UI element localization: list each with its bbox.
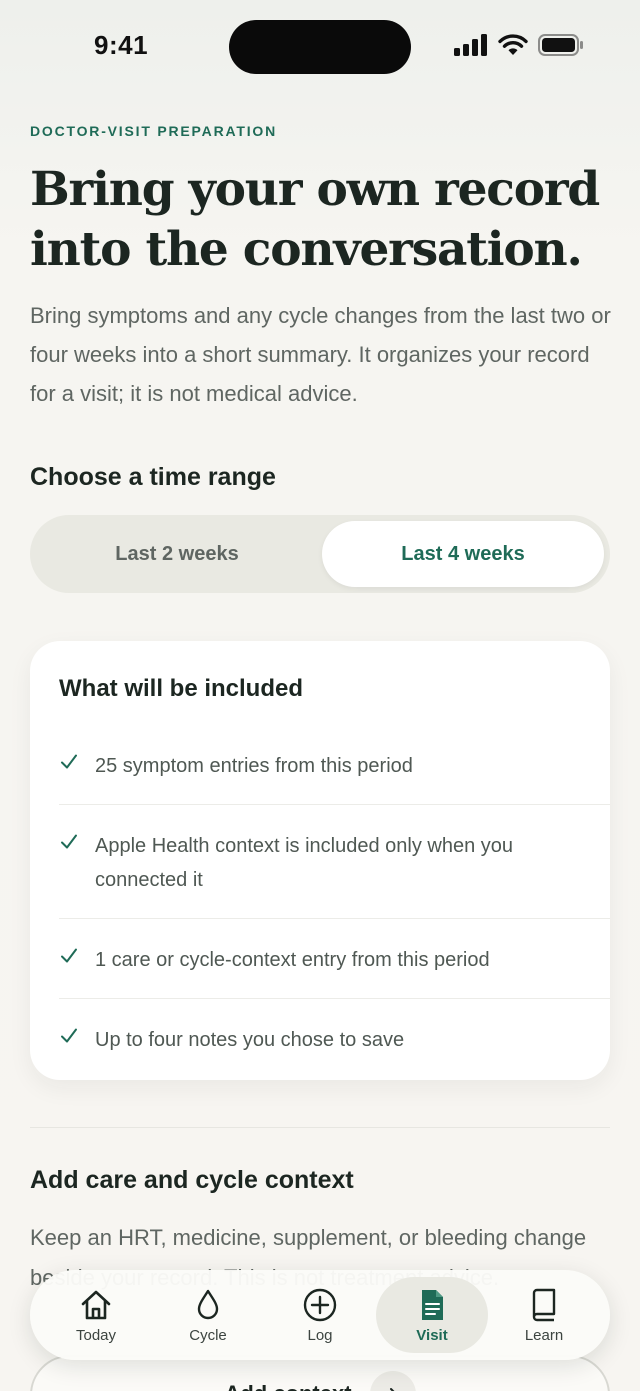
dynamic-island xyxy=(229,20,411,74)
included-item-text: Up to four notes you chose to save xyxy=(95,1029,405,1051)
list-item: 1 care or cycle-context entry from this … xyxy=(59,946,610,999)
time-range-title: Choose a time range xyxy=(30,463,276,491)
list-item: Apple Health context is included only wh… xyxy=(59,832,610,919)
plus-circle-icon xyxy=(303,1288,337,1321)
list-item: 25 symptom entries from this period xyxy=(59,752,610,805)
checkmark-icon xyxy=(61,834,77,849)
tab-label: Learn xyxy=(524,1326,564,1344)
tab-visit[interactable]: Visit xyxy=(376,1277,488,1353)
tab-cycle[interactable]: Cycle xyxy=(152,1277,264,1353)
document-icon xyxy=(422,1289,443,1320)
included-item-text: Apple Health context is included only wh… xyxy=(95,835,514,891)
tab-bar: Today Cycle Log Visit Learn xyxy=(30,1270,610,1360)
care-context-title: Add care and cycle context xyxy=(30,1166,354,1194)
page-title: Bring your own record into the conversat… xyxy=(30,162,600,277)
included-item-text: 1 care or cycle-context entry from this … xyxy=(95,949,490,971)
included-item-text: 25 symptom entries from this period xyxy=(95,755,413,777)
tab-label: Cycle xyxy=(189,1326,227,1344)
tab-today[interactable]: Today xyxy=(40,1277,152,1353)
status-time: 9:41 xyxy=(94,30,149,60)
eyebrow-label: DOCTOR-VISIT PREPARATION xyxy=(30,123,277,139)
drop-icon xyxy=(197,1289,219,1319)
add-context-label: Add context xyxy=(224,1381,351,1391)
segment-last-4-weeks[interactable]: Last 4 weeks xyxy=(322,521,604,587)
signal-icon xyxy=(454,34,487,56)
wifi-icon xyxy=(498,34,528,55)
add-context-button[interactable]: Add context xyxy=(30,1355,610,1391)
tab-label: Today xyxy=(75,1326,117,1344)
tab-label: Log xyxy=(307,1326,333,1344)
included-card: What will be included 25 symptom entries… xyxy=(30,641,610,1080)
checkmark-icon xyxy=(61,948,77,963)
section-divider xyxy=(30,1127,610,1128)
book-icon xyxy=(532,1288,556,1321)
checkmark-icon xyxy=(61,754,77,769)
list-item: Up to four notes you chose to save xyxy=(59,1026,610,1066)
home-icon xyxy=(81,1290,111,1319)
chevron-right-icon xyxy=(369,1371,416,1391)
time-range-segmented-control: Last 2 weeks Last 4 weeks xyxy=(30,515,610,593)
tab-learn[interactable]: Learn xyxy=(488,1277,600,1353)
included-card-title: What will be included xyxy=(59,675,304,702)
tab-log[interactable]: Log xyxy=(264,1277,376,1353)
battery-icon xyxy=(538,34,583,56)
checkmark-icon xyxy=(61,1028,77,1043)
tab-label: Visit xyxy=(416,1326,448,1344)
status-icons xyxy=(454,34,584,56)
status-bar: 9:41 xyxy=(0,0,640,95)
intro-text: Bring symptoms and any cycle changes fro… xyxy=(30,303,611,406)
segment-last-2-weeks[interactable]: Last 2 weeks xyxy=(36,521,318,587)
